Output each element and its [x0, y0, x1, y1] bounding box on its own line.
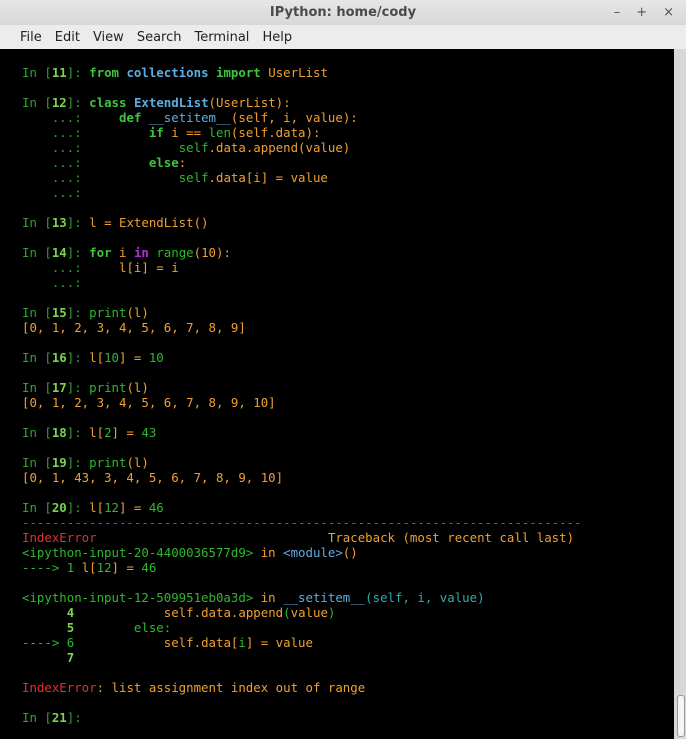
close-button[interactable]: × — [663, 0, 674, 25]
continuation-line: ...: if i == len(self.data): — [51, 125, 321, 140]
input-line-20: In [20]: l[12] = 46 — [22, 500, 164, 515]
input-line-18: In [18]: l[2] = 43 — [22, 425, 157, 440]
input-line-11: In [11]: from collections import UserLis… — [22, 65, 328, 80]
menu-search[interactable]: Search — [137, 30, 182, 45]
input-line-15: In [15]: print(l) — [22, 305, 149, 320]
traceback-frame-2: <ipython-input-12-509951eb0a3d> in __set… — [22, 590, 485, 605]
input-line-12: In [12]: class ExtendList(UserList): — [22, 95, 291, 110]
continuation-line: ...: else: — [51, 155, 187, 170]
traceback-frame-2-line-5: 5 else: — [66, 620, 172, 635]
scrollbar[interactable] — [674, 49, 686, 739]
continuation-line: ...: — [51, 185, 90, 200]
menu-view[interactable]: View — [93, 30, 124, 45]
continuation-line: ...: — [51, 275, 90, 290]
input-line-17: In [17]: print(l) — [22, 380, 149, 395]
input-line-16: In [16]: l[10] = 10 — [22, 350, 164, 365]
menu-terminal[interactable]: Terminal — [194, 30, 249, 45]
traceback-frame-2-line-7: 7 — [66, 650, 75, 665]
menu-help[interactable]: Help — [262, 30, 292, 45]
menu-bar: File Edit View Search Terminal Help — [0, 25, 686, 49]
output-line: [0, 1, 2, 3, 4, 5, 6, 7, 8, 9] — [22, 320, 246, 335]
input-line-13: In [13]: l = ExtendList() — [22, 215, 209, 230]
input-line-14: In [14]: for i in range(10): — [22, 245, 231, 260]
menu-file[interactable]: File — [20, 30, 42, 45]
window-controls: – + × — [614, 0, 674, 25]
scrollbar-thumb[interactable] — [677, 695, 685, 737]
output-line: [0, 1, 2, 3, 4, 5, 6, 7, 8, 9, 10] — [22, 395, 276, 410]
continuation-line: ...: def __setitem__(self, i, value): — [51, 110, 358, 125]
terminal-output: In [11]: from collections import UserLis… — [22, 65, 582, 725]
maximize-button[interactable]: + — [636, 0, 647, 25]
traceback-separator: ----------------------------------------… — [22, 515, 582, 530]
traceback-frame-1-code: ----> 1 l[12] = 46 — [22, 560, 157, 575]
traceback-frame-1: <ipython-input-20-4400036577d9> in <modu… — [22, 545, 358, 560]
output-line: [0, 1, 43, 3, 4, 5, 6, 7, 8, 9, 10] — [22, 470, 284, 485]
continuation-line: ...: self.data.append(value) — [51, 140, 351, 155]
input-line-21[interactable]: In [21]: — [22, 710, 582, 725]
continuation-line: ...: self.data[i] = value — [51, 170, 328, 185]
menu-edit[interactable]: Edit — [55, 30, 80, 45]
terminal-area[interactable]: In [11]: from collections import UserLis… — [0, 49, 674, 739]
window-titlebar: IPython: home/cody – + × — [0, 0, 686, 25]
traceback-frame-2-line-6: ----> 6 self.data[i] = value — [22, 635, 313, 650]
traceback-frame-2-line-4: 4 self.data.append(value) — [66, 605, 336, 620]
traceback-header: IndexError Traceback (most recent call l… — [22, 530, 575, 545]
input-line-19: In [19]: print(l) — [22, 455, 149, 470]
minimize-button[interactable]: – — [614, 0, 621, 25]
window-title: IPython: home/cody — [269, 5, 417, 20]
continuation-line: ...: l[i] = i — [51, 260, 179, 275]
error-message: IndexError: list assignment index out of… — [22, 680, 366, 695]
